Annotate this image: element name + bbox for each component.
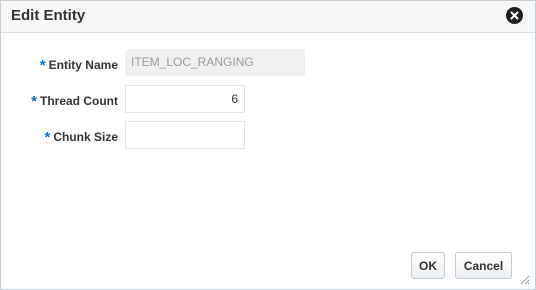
ok-button[interactable]: OK — [411, 252, 445, 279]
close-icon[interactable] — [506, 7, 523, 24]
dialog-title-bar: Edit Entity — [1, 1, 535, 33]
dialog-title: Edit Entity — [11, 7, 86, 24]
entity-name-label-text: Entity Name — [48, 58, 118, 72]
entity-name-row: * Entity Name ITEM_LOC_RANGING — [1, 49, 535, 77]
resize-grip-icon[interactable] — [518, 273, 530, 285]
required-marker: * — [39, 57, 46, 74]
chunk-size-label: * Chunk Size — [44, 128, 118, 146]
required-marker: * — [31, 93, 37, 110]
chunk-size-input[interactable] — [125, 121, 245, 149]
thread-count-label-text: Thread Count — [40, 94, 118, 108]
chunk-size-label-text: Chunk Size — [53, 130, 118, 144]
entity-name-field: ITEM_LOC_RANGING — [125, 49, 305, 76]
entity-name-label: * Entity Name — [39, 56, 118, 74]
thread-count-row: * Thread Count — [1, 85, 535, 113]
edit-entity-dialog: Edit Entity * Entity Name ITEM_LOC_RANGIN… — [0, 0, 536, 290]
thread-count-label: * Thread Count — [31, 92, 118, 110]
chunk-size-row: * Chunk Size — [1, 121, 535, 149]
cancel-button[interactable]: Cancel — [455, 252, 512, 279]
thread-count-input[interactable] — [125, 85, 245, 113]
required-marker: * — [44, 129, 51, 146]
